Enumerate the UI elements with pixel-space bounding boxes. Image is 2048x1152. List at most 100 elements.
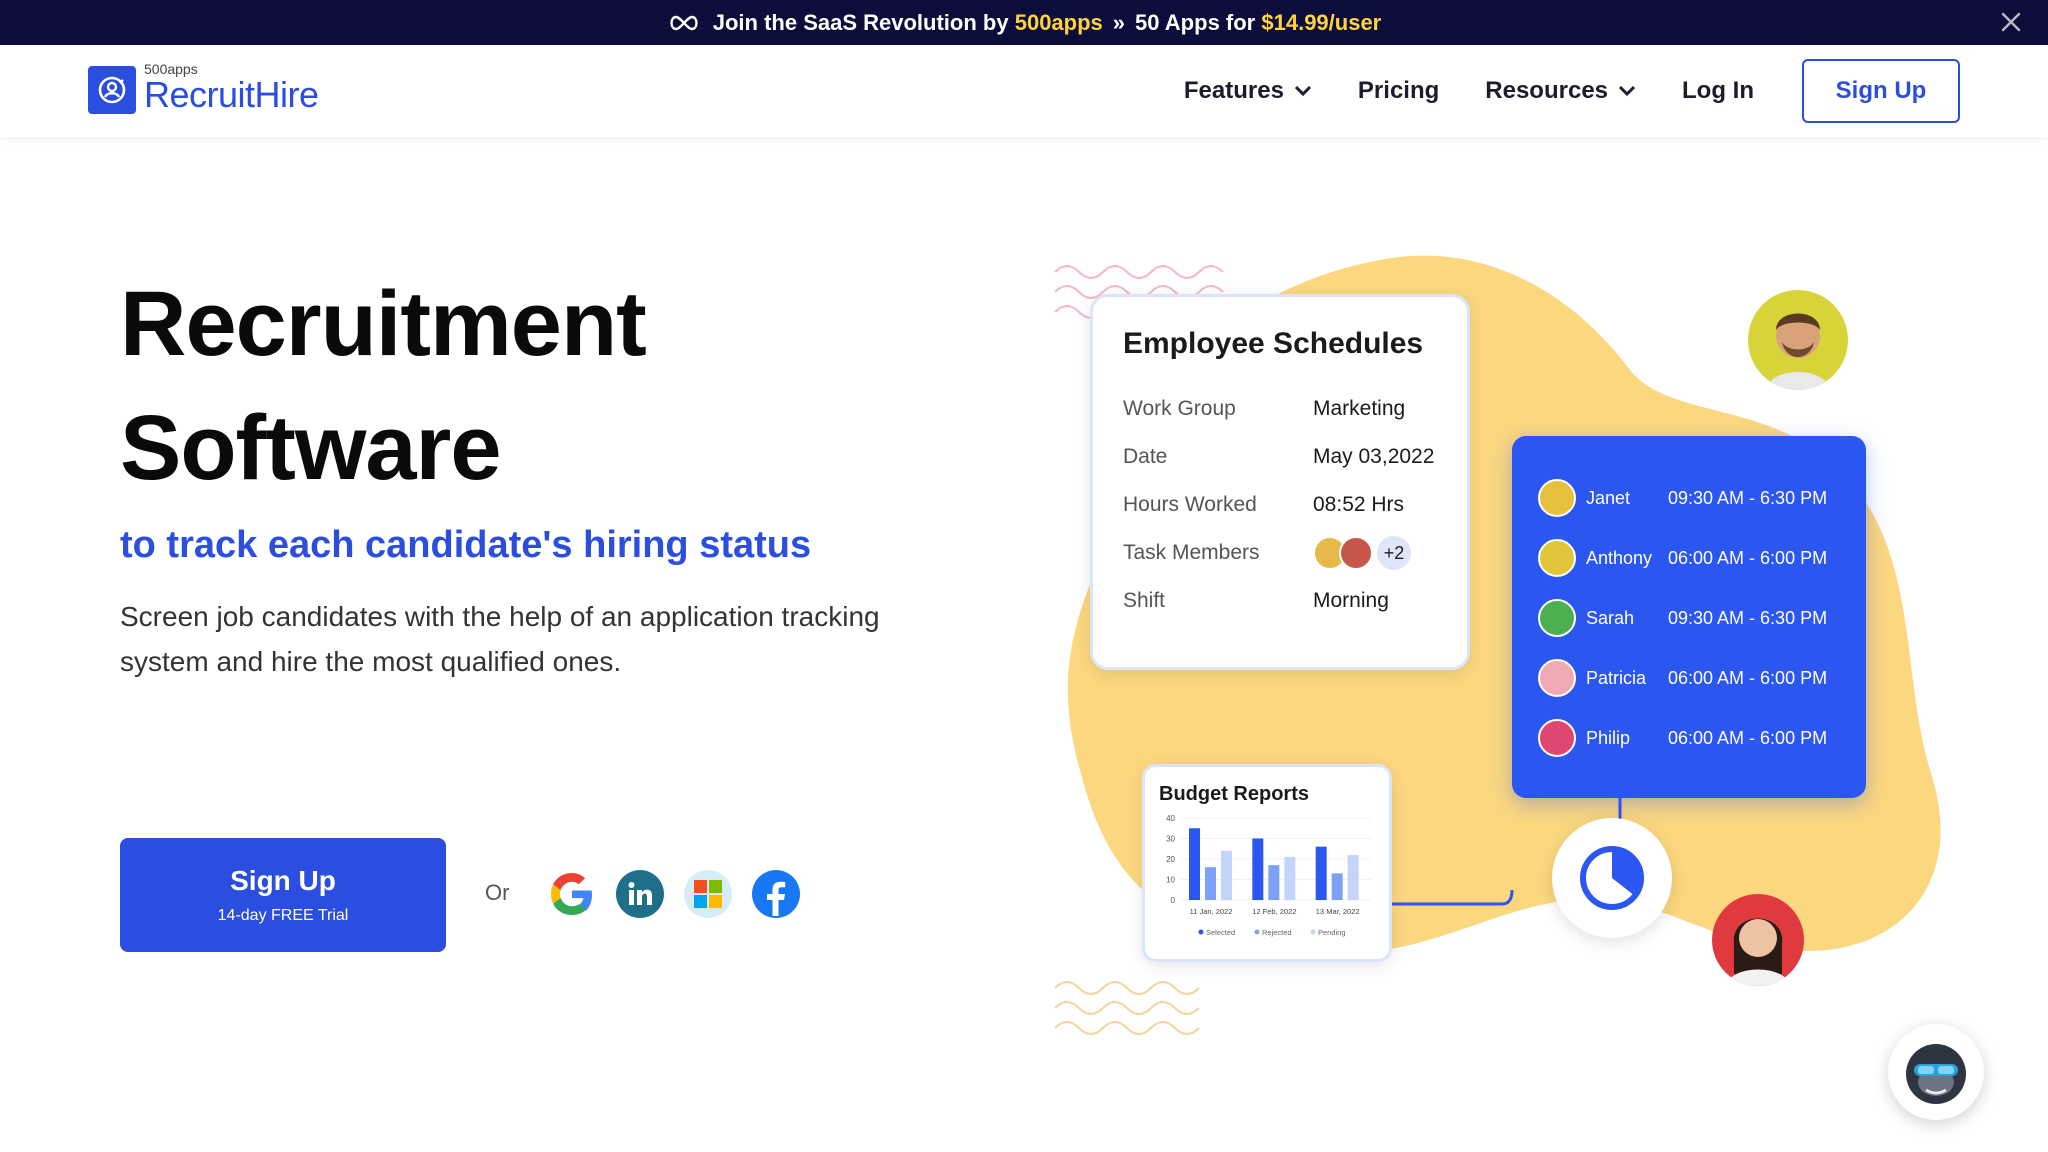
facebook-signup[interactable] (752, 870, 800, 918)
banner-text-a: Join the SaaS Revolution by (712, 9, 1009, 35)
schedule-key: Hours Worked (1123, 493, 1257, 516)
bar-pending (1284, 856, 1296, 900)
hero-title: Recruitment Software (120, 262, 647, 510)
nav-resources-label: Resources (1485, 77, 1609, 104)
gorilla-mascot-icon (1906, 1044, 1966, 1104)
budget-reports-card: Budget Reports 40 30 20 10 0 11 Jan, 2022 12 F… (1142, 764, 1392, 962)
main-nav: Features Pricing Resources Log In Sign U… (1138, 59, 1960, 123)
google-signup[interactable] (548, 870, 596, 918)
banner-separator: » (1112, 9, 1126, 35)
bar-selected (1315, 846, 1327, 900)
legend-label: Selected (1206, 928, 1235, 937)
chevron-down-icon (1294, 85, 1311, 97)
avatar (1538, 659, 1576, 697)
avatar (1538, 719, 1576, 757)
bar-selected (1189, 828, 1200, 900)
infinity-icon (670, 15, 698, 30)
cta-label: Sign Up (230, 865, 336, 896)
bar-rejected (1331, 873, 1343, 900)
microsoft-signup[interactable] (684, 870, 732, 918)
nav-features[interactable]: Features (1184, 77, 1312, 105)
budget-bar-chart: 40 30 20 10 0 11 Jan, 2022 12 Feb, 2022 13 Mar,… (1166, 814, 1371, 937)
hero-title-line1: Recruitment (120, 273, 647, 375)
legend-marker (1198, 929, 1204, 935)
schedule-value: Morning (1313, 589, 1389, 612)
nav-pricing[interactable]: Pricing (1358, 77, 1439, 105)
bar-rejected (1268, 865, 1280, 900)
schedule-value: Marketing (1313, 397, 1406, 420)
bar-selected (1252, 838, 1264, 900)
list-item: Janet 09:30 AM - 6:30 PM (1538, 468, 1840, 528)
avatar-man-top (1748, 290, 1848, 390)
schedule-key: Work Group (1123, 397, 1236, 420)
shift-time: 09:30 AM - 6:30 PM (1668, 487, 1828, 508)
shift-list-card: Janet 09:30 AM - 6:30 PM Anthony 06:00 A… (1512, 436, 1866, 798)
nav-features-label: Features (1183, 77, 1284, 104)
shift-time: 09:30 AM - 6:30 PM (1668, 607, 1828, 628)
employee-name: Sarah (1586, 607, 1635, 628)
y-tick-label: 0 (1171, 896, 1176, 905)
bar-pending (1347, 854, 1359, 900)
legend-label: Pending (1318, 928, 1346, 937)
banner-text-b: 50 Apps for (1135, 9, 1256, 35)
site-header: 500apps RecruitHire Features Pricing Res… (0, 45, 2048, 137)
hero-illustration: Employee Schedules Work Group Marketing … (1050, 250, 1990, 1040)
employee-schedules-card: Employee Schedules Work Group Marketing … (1090, 294, 1470, 670)
extra-members-count: +2 (1377, 536, 1411, 570)
nav-login[interactable]: Log In (1682, 77, 1754, 105)
chevron-down-icon (1618, 85, 1636, 97)
schedule-row: Date May 03,2022 (1123, 433, 1437, 481)
recruithire-logo[interactable]: 500apps RecruitHire (88, 62, 319, 114)
bar-rejected (1205, 867, 1216, 900)
schedule-row: Shift Morning (1123, 577, 1437, 625)
avatar (1339, 536, 1373, 570)
avatar-woman-bottom (1712, 894, 1804, 986)
list-item: Anthony 06:00 AM - 6:00 PM (1538, 528, 1840, 588)
list-item: Patricia 06:00 AM - 6:00 PM (1538, 648, 1840, 708)
chatbot-button[interactable] (1888, 1024, 1984, 1120)
cta-trial-note: 14-day FREE Trial (217, 907, 349, 924)
schedule-value: 08:52 Hrs (1313, 493, 1405, 516)
budget-card-title: Budget Reports (1159, 783, 1309, 805)
employee-name: Anthony (1586, 547, 1653, 568)
task-members-avatars: +2 (1313, 536, 1411, 570)
or-separator: Or (485, 880, 510, 905)
y-tick-label: 10 (1166, 876, 1175, 885)
nav-signup-button[interactable]: Sign Up (1802, 59, 1960, 123)
pie-chart-icon (1580, 846, 1644, 910)
banner-brand: 500apps (1014, 9, 1103, 35)
avatar (1538, 479, 1576, 517)
schedule-value: May 03,2022 (1313, 445, 1435, 468)
nav-resources[interactable]: Resources (1485, 77, 1636, 105)
schedule-card-title: Employee Schedules (1123, 327, 1424, 360)
legend-label: Rejected (1262, 928, 1292, 937)
shift-time: 06:00 AM - 6:00 PM (1668, 547, 1828, 568)
close-icon[interactable] (2000, 11, 2022, 33)
hero-description: Screen job candidates with the help of a… (120, 601, 880, 677)
list-item: Philip 06:00 AM - 6:00 PM (1538, 708, 1840, 768)
y-tick-label: 30 (1166, 835, 1175, 844)
linkedin-signup[interactable] (616, 870, 664, 918)
x-tick-label: 12 Feb, 2022 (1252, 907, 1296, 916)
y-tick-label: 40 (1166, 814, 1175, 823)
list-item: Sarah 09:30 AM - 6:30 PM (1538, 588, 1840, 648)
x-tick-label: 13 Mar, 2022 (1316, 907, 1360, 916)
employee-name: Patricia (1586, 667, 1647, 688)
logo-icon (88, 66, 136, 114)
avatar (1538, 539, 1576, 577)
logo-wordmark: RecruitHire (144, 74, 319, 115)
schedule-row: Work Group Marketing (1123, 385, 1437, 433)
avatar (1538, 599, 1576, 637)
employee-name: Philip (1586, 727, 1631, 748)
signup-cta-button[interactable]: Sign Up 14-day FREE Trial (120, 838, 446, 952)
schedule-key: Shift (1123, 589, 1166, 612)
banner-price: $14.99/user (1261, 9, 1382, 35)
legend-marker (1254, 929, 1260, 935)
hero-title-line2: Software (120, 397, 502, 499)
facebook-icon (767, 881, 786, 916)
google-icon (551, 873, 592, 915)
microsoft-icon (694, 880, 722, 908)
announcement-banner[interactable]: Join the SaaS Revolution by 500apps » 50… (0, 0, 2048, 45)
shift-time: 06:00 AM - 6:00 PM (1668, 667, 1828, 688)
y-tick-label: 20 (1166, 855, 1175, 864)
